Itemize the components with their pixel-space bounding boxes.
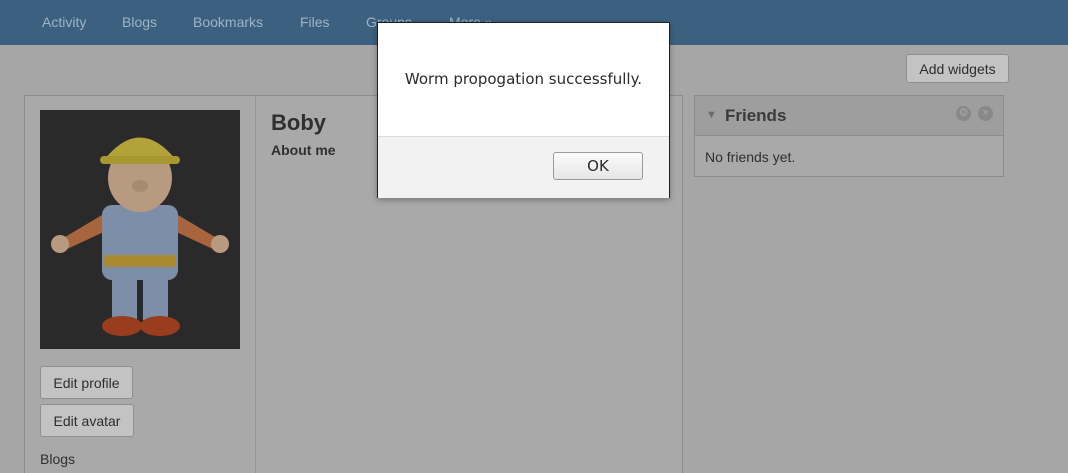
bob-the-builder-figure-icon bbox=[40, 110, 240, 349]
nav-item-activity[interactable]: Activity bbox=[42, 14, 86, 30]
nav-item-bookmarks[interactable]: Bookmarks bbox=[193, 14, 263, 30]
alert-dialog-footer: OK bbox=[378, 136, 669, 198]
friends-widget-title: Friends bbox=[725, 106, 787, 125]
ok-button[interactable]: OK bbox=[553, 152, 643, 180]
avatar bbox=[40, 110, 240, 349]
nav-item-blogs[interactable]: Blogs bbox=[122, 14, 157, 30]
alert-message: Worm propogation successfully. bbox=[404, 70, 643, 88]
add-widgets-button[interactable]: Add widgets bbox=[906, 54, 1009, 83]
friends-empty-text: No friends yet. bbox=[705, 149, 796, 165]
nav-item-files[interactable]: Files bbox=[300, 14, 330, 30]
friends-widget-header: ▼ Friends ⚙ × bbox=[695, 96, 1003, 136]
friends-widget: ▼ Friends ⚙ × No friends yet. bbox=[694, 95, 1004, 177]
edit-profile-button[interactable]: Edit profile bbox=[40, 366, 133, 399]
close-icon[interactable]: × bbox=[978, 106, 993, 121]
gear-icon[interactable]: ⚙ bbox=[956, 106, 971, 121]
edit-avatar-button[interactable]: Edit avatar bbox=[40, 404, 134, 437]
about-me-heading: About me bbox=[271, 142, 336, 158]
collapse-triangle-icon[interactable]: ▼ bbox=[706, 109, 717, 121]
profile-name: Boby bbox=[271, 110, 326, 135]
profile-sidebar: Edit profile Edit avatar Blogs bbox=[25, 96, 256, 473]
sidebar-link-blogs[interactable]: Blogs bbox=[40, 451, 75, 467]
alert-dialog: Worm propogation successfully. OK bbox=[377, 22, 670, 198]
